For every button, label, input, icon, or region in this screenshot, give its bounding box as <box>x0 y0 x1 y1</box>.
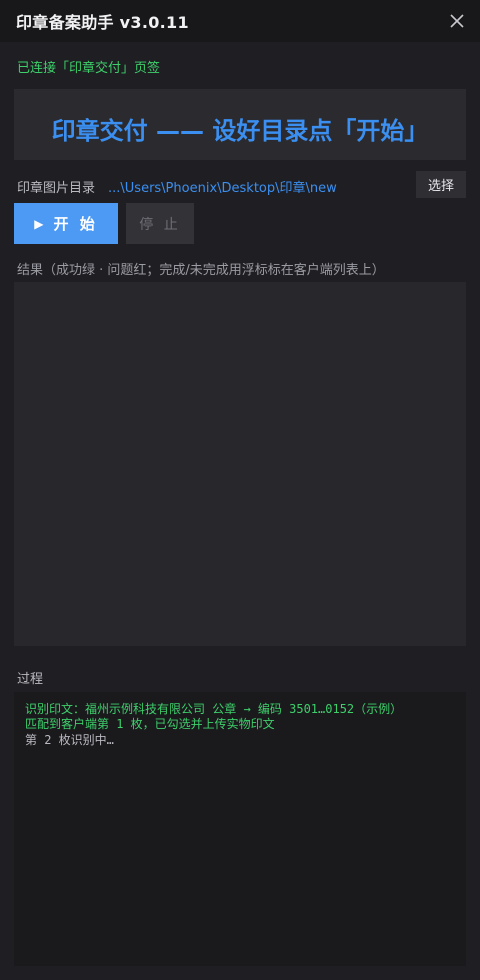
connection-status: 已连接「印章交付」页签 <box>17 61 161 76</box>
title-bar: 印章备案助手 v3.0.11 <box>0 0 480 42</box>
start-button[interactable]: ▶ 开 始 <box>14 203 118 244</box>
banner-text: 印章交付 —— 设好目录点「开始」 <box>51 117 429 145</box>
window-title: 印章备案助手 v3.0.11 <box>16 13 189 32</box>
close-button[interactable] <box>444 8 470 34</box>
process-label: 过程 <box>17 672 44 687</box>
process-log[interactable]: 识别印文：福州示例科技有限公司 公章 → 编码 3501…0152（示例） 匹配… <box>14 692 466 966</box>
instruction-banner: 印章交付 —— 设好目录点「开始」 <box>14 89 466 160</box>
start-button-label: 开 始 <box>53 215 98 233</box>
close-icon <box>450 14 464 28</box>
play-icon: ▶ <box>34 216 44 231</box>
results-panel[interactable] <box>14 282 466 646</box>
directory-path: ...\Users\Phoenix\Desktop\印章\new <box>108 181 337 196</box>
stop-button[interactable]: 停 止 <box>126 203 194 244</box>
directory-label: 印章图片目录 <box>17 181 96 196</box>
log-line: 第 2 枚识别中… <box>25 733 114 747</box>
choose-directory-button[interactable]: 选择 <box>416 171 466 198</box>
results-label: 结果（成功绿 · 问题红；完成/未完成用浮标标在客户端列表上） <box>17 263 385 278</box>
log-line: 匹配到客户端第 1 枚，已勾选并上传实物印文 <box>25 717 275 731</box>
